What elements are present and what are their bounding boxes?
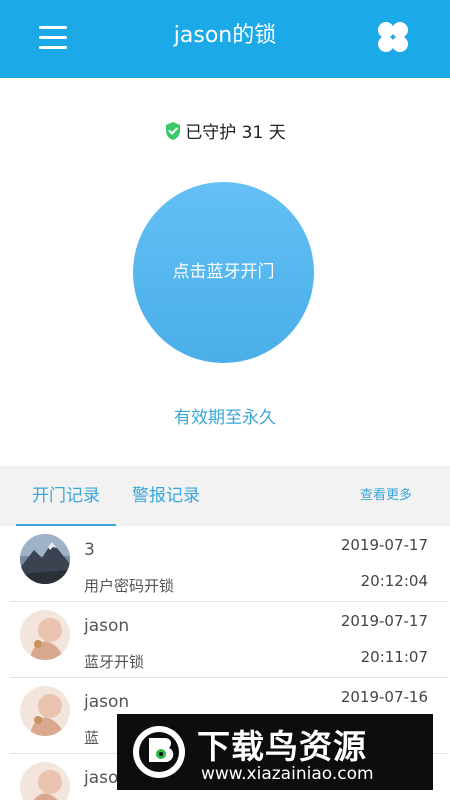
guard-text: 已守护 31 天 (185, 123, 286, 143)
record-name: jason (84, 692, 130, 712)
record-time: 20:11:07 (360, 648, 428, 666)
record-date: 2019-07-17 (340, 536, 428, 554)
shield-check-icon (164, 121, 182, 141)
watermark-url: www.xiazainiao.com (201, 764, 374, 784)
watermark-banner: 下载鸟资源 www.xiazainiao.com (117, 714, 433, 790)
record-type: 蓝 (84, 729, 100, 747)
mountain-avatar (20, 534, 70, 584)
app-bar: jason的锁 (0, 0, 450, 78)
list-item[interactable]: 3 用户密码开锁 2019-07-17 20:12:04 (0, 526, 450, 602)
grid-icon[interactable] (372, 16, 414, 58)
lock-panel: 已守护 31 天 点击蓝牙开门 有效期至永久 (0, 78, 450, 466)
record-type: 蓝牙开锁 (84, 653, 145, 671)
bird-logo-icon (131, 724, 187, 780)
guard-status: 已守护 31 天 (0, 118, 450, 143)
record-date: 2019-07-17 (340, 612, 428, 630)
list-item[interactable]: jason 蓝牙开锁 2019-07-17 20:11:07 (0, 602, 450, 678)
person-avatar (20, 610, 70, 660)
person-avatar (20, 762, 70, 800)
record-name: jaso (84, 768, 119, 788)
tab-alarm-records[interactable]: 警报记录 (124, 466, 208, 526)
record-name: jason (84, 616, 130, 636)
watermark-title: 下载鸟资源 (197, 727, 367, 766)
bluetooth-unlock-button[interactable]: 点击蓝牙开门 (133, 182, 314, 363)
record-name: 3 (84, 540, 95, 560)
validity-text: 有效期至永久 (174, 408, 276, 428)
record-date: 2019-07-16 (340, 688, 428, 706)
records-tabs: 开门记录 警报记录 查看更多 (0, 466, 450, 526)
view-more-link[interactable]: 查看更多 (344, 466, 428, 526)
record-time: 20:12:04 (360, 572, 428, 590)
record-type: 用户密码开锁 (84, 577, 175, 595)
tab-unlock-records[interactable]: 开门记录 (16, 466, 116, 526)
person-avatar (20, 686, 70, 736)
